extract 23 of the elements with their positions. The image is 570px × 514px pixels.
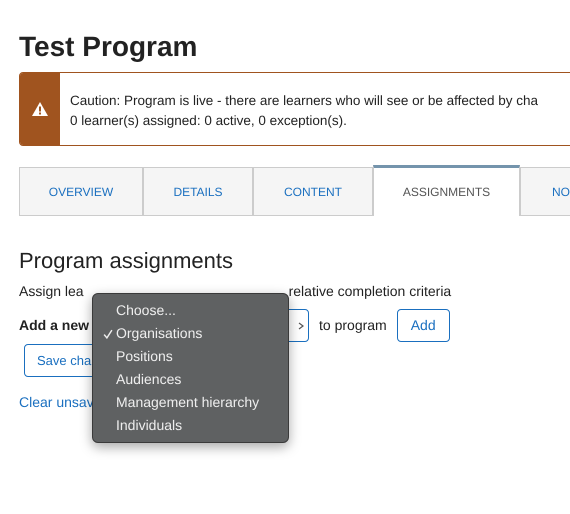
clear-unsaved-link[interactable]: Clear unsav xyxy=(19,394,94,410)
menu-item[interactable]: Individuals xyxy=(93,414,288,437)
tab[interactable]: OVERVIEW xyxy=(19,167,143,216)
menu-item[interactable]: Management hierarchy xyxy=(93,391,288,414)
alert-text: Caution: Program is live - there are learners who will see or be affected by cha xyxy=(70,92,538,110)
menu-item[interactable]: Choose... xyxy=(93,299,288,322)
menu-item[interactable]: Audiences xyxy=(93,368,288,391)
description-text: relative completion criteria xyxy=(288,282,452,300)
tab[interactable]: DETAILS xyxy=(143,167,253,216)
add-button[interactable]: Add xyxy=(396,309,450,342)
add-label: Add a new xyxy=(19,316,90,335)
tab[interactable]: NO xyxy=(520,167,570,216)
chevron-icon xyxy=(298,322,304,330)
alert-summary: 0 learner(s) assigned: 0 active, 0 exception(s). xyxy=(70,112,347,130)
warning-icon xyxy=(32,102,48,116)
add-suffix: to program xyxy=(319,316,387,335)
tab[interactable]: ASSIGNMENTS xyxy=(373,165,520,216)
page-title: Test Program xyxy=(19,30,198,64)
description-text: Assign lea xyxy=(19,282,84,300)
tab[interactable]: CONTENT xyxy=(253,167,373,216)
menu-item[interactable]: Organisations xyxy=(93,322,288,345)
section-heading: Program assignments xyxy=(19,248,233,274)
menu-item[interactable]: Positions xyxy=(93,345,288,368)
